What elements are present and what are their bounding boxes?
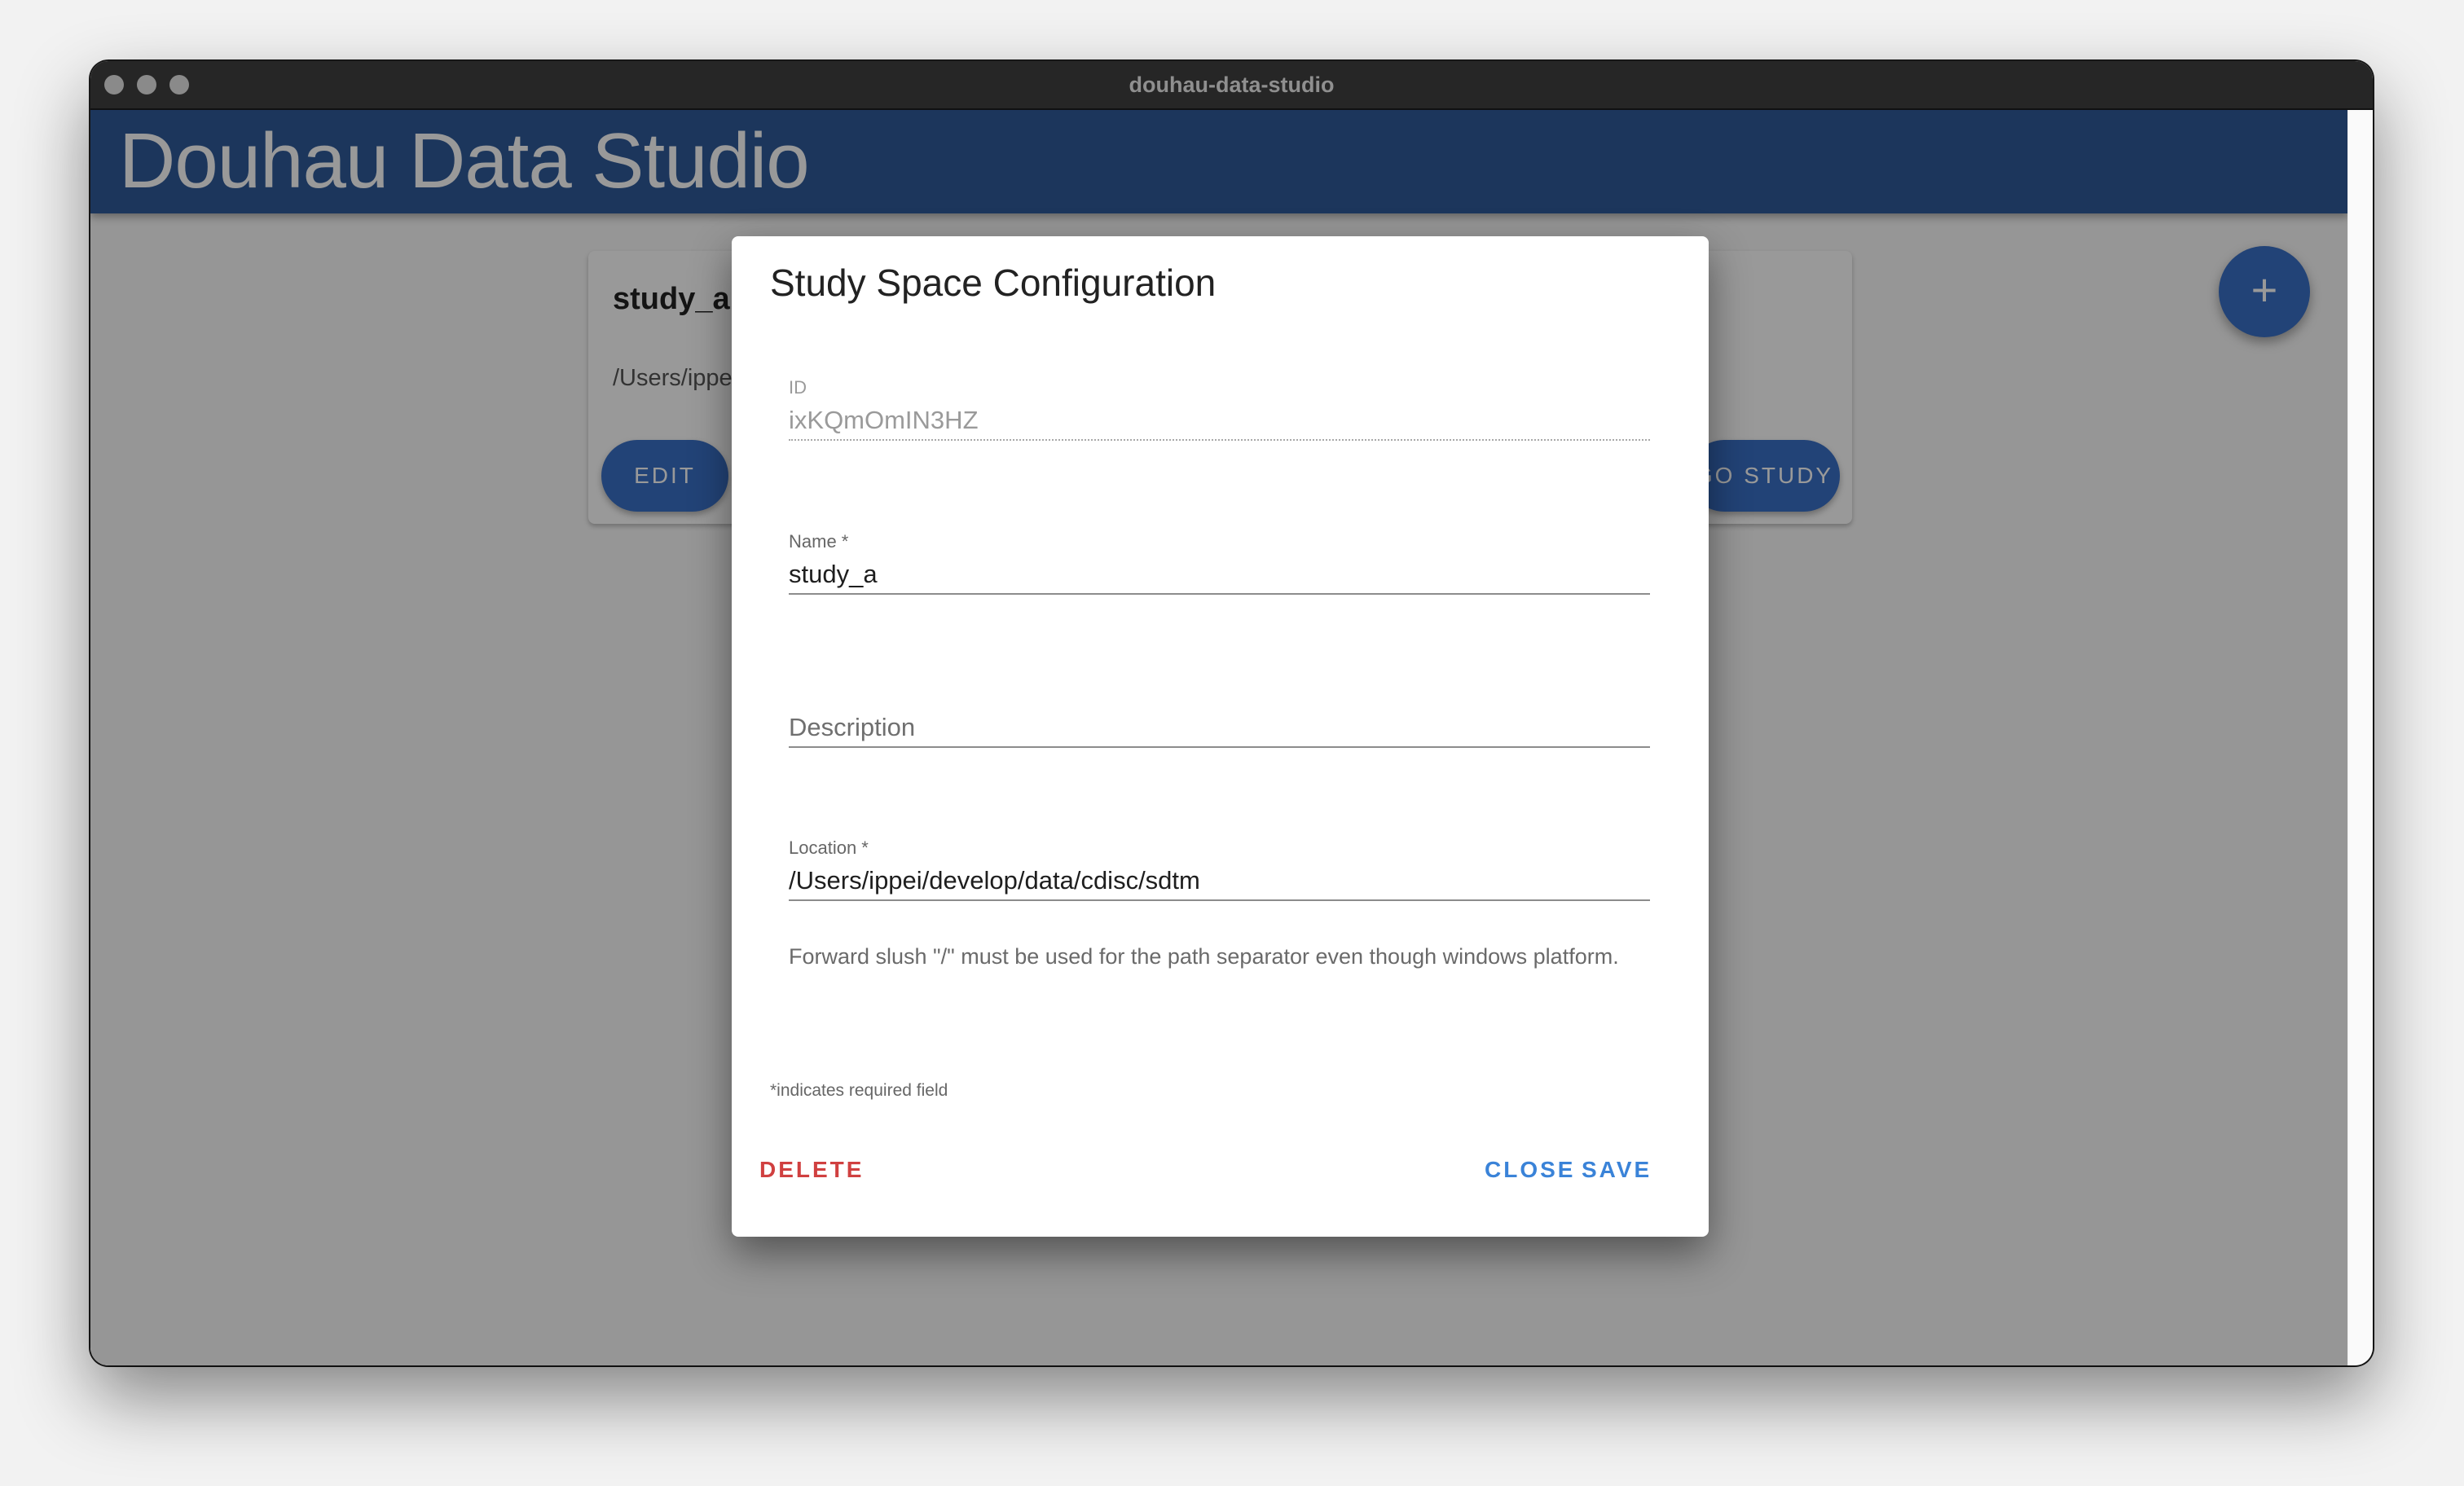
- location-input[interactable]: /Users/ippei/develop/data/cdisc/sdtm: [789, 862, 1650, 899]
- study-config-dialog: Study Space Configuration ID ixKQmOmIN3H…: [732, 236, 1709, 1237]
- id-value: ixKQmOmIN3HZ: [789, 406, 979, 434]
- id-underline: [789, 439, 1650, 441]
- description-field[interactable]: Description: [789, 709, 1650, 748]
- id-field: ID ixKQmOmIN3HZ: [789, 377, 1650, 441]
- location-label: Location *: [789, 838, 869, 858]
- app-window: douhau-data-studio Douhau Data Studio st…: [90, 61, 2373, 1365]
- name-field[interactable]: Name * study_a: [789, 531, 1650, 595]
- id-label: ID: [789, 377, 807, 398]
- location-field[interactable]: Location * /Users/ippei/develop/data/cdi…: [789, 838, 1650, 901]
- description-input[interactable]: Description: [789, 709, 1650, 746]
- name-underline: [789, 593, 1650, 595]
- name-label: Name *: [789, 531, 849, 552]
- save-button[interactable]: SAVE: [1582, 1157, 1652, 1183]
- delete-button[interactable]: DELETE: [759, 1157, 864, 1183]
- description-underline: [789, 746, 1650, 748]
- location-underline: [789, 899, 1650, 901]
- window-title: douhau-data-studio: [1129, 73, 1335, 97]
- dialog-title: Study Space Configuration: [770, 262, 1217, 304]
- app-content: Douhau Data Studio study_a /Users/ippei/…: [90, 110, 2348, 1365]
- required-field-note: *indicates required field: [770, 1081, 948, 1100]
- close-button[interactable]: CLOSE: [1485, 1157, 1575, 1183]
- title-bar: douhau-data-studio: [90, 61, 2373, 110]
- location-helper-text: Forward slush "/" must be used for the p…: [789, 944, 1619, 969]
- scrollbar-track[interactable]: [2347, 110, 2373, 1365]
- name-input[interactable]: study_a: [789, 556, 1650, 593]
